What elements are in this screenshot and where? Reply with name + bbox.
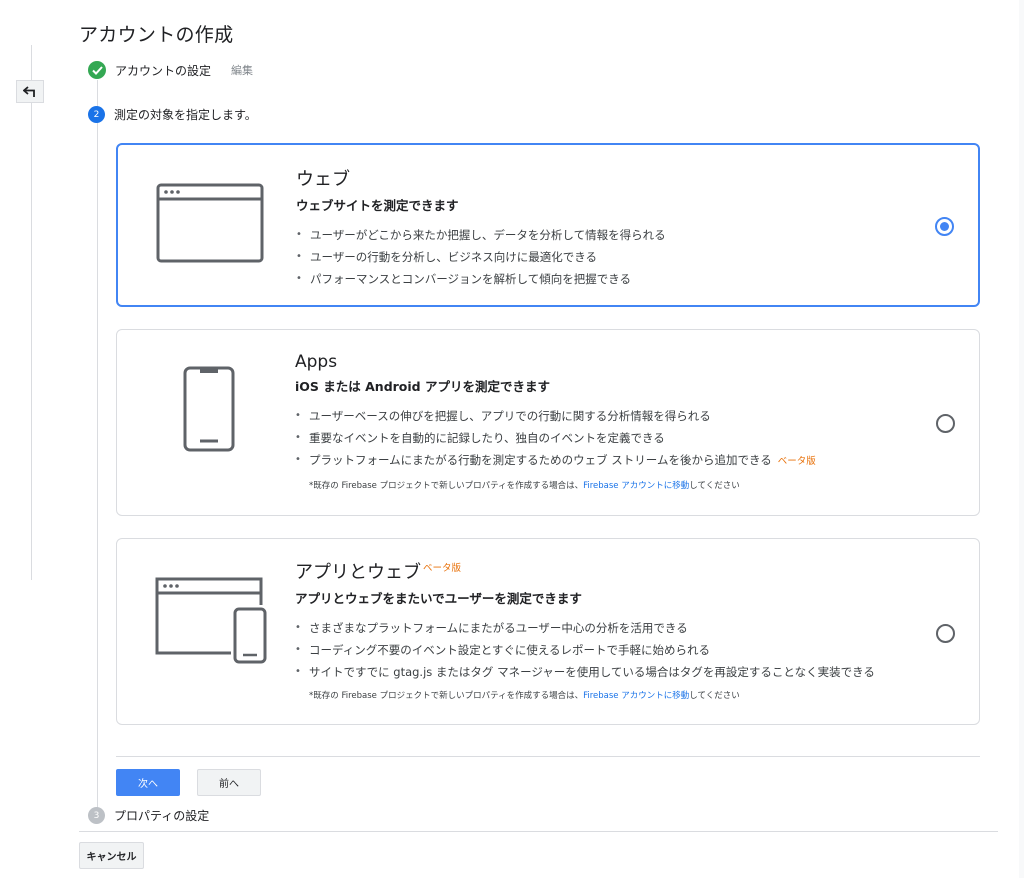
- list-item-text: プラットフォームにまたがる行動を測定するためのウェブ ストリームを後から追加でき…: [309, 453, 772, 467]
- card-subtitle: アプリとウェブをまたいでユーザーを測定できます: [295, 591, 582, 606]
- list-item: パフォーマンスとコンバージョンを解析して傾向を把握できる: [296, 268, 898, 290]
- list-item: ユーザーベースの伸びを把握し、アプリでの行動に関する分析情報を得られる: [295, 405, 899, 427]
- beta-badge: ベータ版: [423, 563, 462, 574]
- firebase-note: *既存の Firebase プロジェクトで新しいプロパティを作成する場合は、Fi…: [295, 689, 899, 701]
- list-item: ユーザーの行動を分析し、ビジネス向けに最適化できる: [296, 246, 898, 268]
- note-suffix: してください: [689, 691, 740, 701]
- note-text: *既存の Firebase プロジェクトで新しいプロパティを作成する場合は、: [309, 691, 584, 701]
- card-title: Apps: [295, 352, 338, 372]
- back-arrow-icon: [23, 85, 35, 97]
- beta-badge: ベータ版: [777, 456, 816, 467]
- firebase-link[interactable]: Firebase アカウントに移動: [583, 691, 689, 701]
- list-item: サイトですでに gtag.js またはタグ マネージャーを使用している場合はタグ…: [295, 661, 899, 683]
- note-text: *既存の Firebase プロジェクトで新しいプロパティを作成する場合は、: [309, 481, 584, 491]
- firebase-link[interactable]: Firebase アカウントに移動: [583, 481, 689, 491]
- smartphone-icon: [183, 366, 235, 456]
- option-card-app-and-web[interactable]: アプリとウェブベータ版 アプリとウェブをまたいでユーザーを測定できます さまざま…: [116, 538, 980, 725]
- option-card-web[interactable]: ウェブ ウェブサイトを測定できます ユーザーがどこから来たか把握し、データを分析…: [116, 143, 980, 307]
- scrollbar[interactable]: [1019, 0, 1024, 878]
- browser-and-phone-icon: [155, 577, 270, 671]
- next-button[interactable]: 次へ: [116, 769, 180, 796]
- step-3-label: プロパティの設定: [114, 809, 210, 823]
- option-card-apps[interactable]: Apps iOS または Android アプリを測定できます ユーザーベースの…: [116, 329, 980, 516]
- radio-apps[interactable]: [936, 414, 955, 433]
- list-item: コーディング不要のイベント設定とすぐに使えるレポートで手軽に始められる: [295, 639, 899, 661]
- check-icon: [88, 61, 106, 79]
- page-title: アカウントの作成: [79, 24, 234, 46]
- step-measurement-target: 2 測定の対象を指定します。: [88, 106, 257, 123]
- step-2-label: 測定の対象を指定します。: [114, 108, 257, 122]
- list-item: さまざまなプラットフォームにまたがるユーザー中心の分析を活用できる: [295, 617, 899, 639]
- list-item: ユーザーがどこから来たか把握し、データを分析して情報を得られる: [296, 224, 898, 246]
- feature-list: さまざまなプラットフォームにまたがるユーザー中心の分析を活用できる コーディング…: [295, 617, 899, 683]
- feature-list: ユーザーベースの伸びを把握し、アプリでの行動に関する分析情報を得られる 重要なイ…: [295, 405, 899, 473]
- edit-link[interactable]: 編集: [231, 62, 253, 78]
- note-suffix: してください: [689, 481, 740, 491]
- step-1-label: アカウントの設定: [115, 63, 212, 78]
- card-title: アプリとウェブ: [295, 562, 421, 583]
- browser-window-icon: [156, 183, 264, 267]
- feature-list: ユーザーがどこから来たか把握し、データを分析して情報を得られる ユーザーの行動を…: [296, 224, 898, 290]
- step-2-number: 2: [88, 106, 105, 123]
- list-item: 重要なイベントを自動的に記録したり、独自のイベントを定義できる: [295, 427, 899, 449]
- card-subtitle: ウェブサイトを測定できます: [296, 198, 459, 213]
- step-3-number: 3: [88, 807, 105, 824]
- divider: [116, 756, 980, 757]
- card-title: ウェブ: [296, 169, 350, 190]
- card-subtitle: iOS または Android アプリを測定できます: [295, 379, 550, 394]
- firebase-note: *既存の Firebase プロジェクトで新しいプロパティを作成する場合は、Fi…: [295, 479, 899, 491]
- radio-web[interactable]: [935, 217, 954, 236]
- cancel-button[interactable]: キャンセル: [79, 842, 144, 869]
- list-item: プラットフォームにまたがる行動を測定するためのウェブ ストリームを後から追加でき…: [295, 449, 899, 473]
- card-title-row: アプリとウェブ ベータ版: [295, 558, 899, 584]
- divider: [79, 831, 998, 832]
- radio-app-and-web[interactable]: [936, 624, 955, 643]
- left-rail: [31, 45, 32, 580]
- step-account-settings: アカウントの設定 編集: [88, 61, 253, 79]
- step-property-settings: 3 プロパティの設定: [88, 807, 209, 824]
- back-button[interactable]: [16, 80, 44, 103]
- prev-button[interactable]: 前へ: [197, 769, 261, 796]
- stepper-line: [97, 80, 98, 815]
